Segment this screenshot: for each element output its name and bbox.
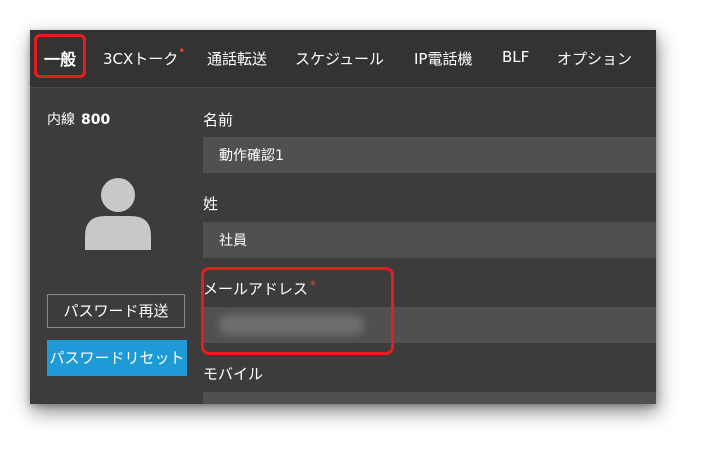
tab-blf[interactable]: BLF bbox=[502, 48, 529, 66]
highlight-box-general-tab bbox=[34, 34, 86, 78]
mobile-field[interactable] bbox=[203, 392, 656, 404]
tab-call-forwarding[interactable]: 通話転送 bbox=[207, 48, 267, 69]
tab-3cx-talk-label: 3CXトーク bbox=[103, 50, 179, 68]
extension-settings-panel: 一般 3CXトーク • 通話転送 スケジュール IP電話機 BLF オプション 内… bbox=[30, 30, 656, 404]
tab-3cx-talk[interactable]: 3CXトーク • bbox=[103, 44, 185, 69]
first-name-field[interactable] bbox=[203, 137, 656, 173]
extension-info: 内線 800 bbox=[47, 109, 110, 129]
tab-schedule[interactable]: スケジュール bbox=[295, 48, 384, 69]
resend-password-button[interactable]: パスワード再送 bbox=[47, 294, 185, 328]
user-avatar-icon bbox=[85, 178, 151, 250]
last-name-label: 姓 bbox=[203, 195, 219, 213]
required-dot: • bbox=[178, 44, 186, 58]
reset-password-button[interactable]: パスワードリセット bbox=[47, 340, 187, 376]
first-name-label: 名前 bbox=[203, 111, 234, 129]
tab-options[interactable]: オプション bbox=[557, 48, 632, 69]
tab-bar: 一般 3CXトーク • 通話転送 スケジュール IP電話機 BLF オプション bbox=[30, 30, 656, 88]
extension-number: 800 bbox=[81, 112, 111, 128]
mobile-label: モバイル bbox=[203, 365, 264, 383]
highlight-box-email bbox=[201, 267, 394, 355]
tab-ip-phone[interactable]: IP電話機 bbox=[414, 48, 472, 69]
extension-label: 内線 bbox=[47, 112, 75, 128]
last-name-field[interactable] bbox=[203, 222, 656, 258]
